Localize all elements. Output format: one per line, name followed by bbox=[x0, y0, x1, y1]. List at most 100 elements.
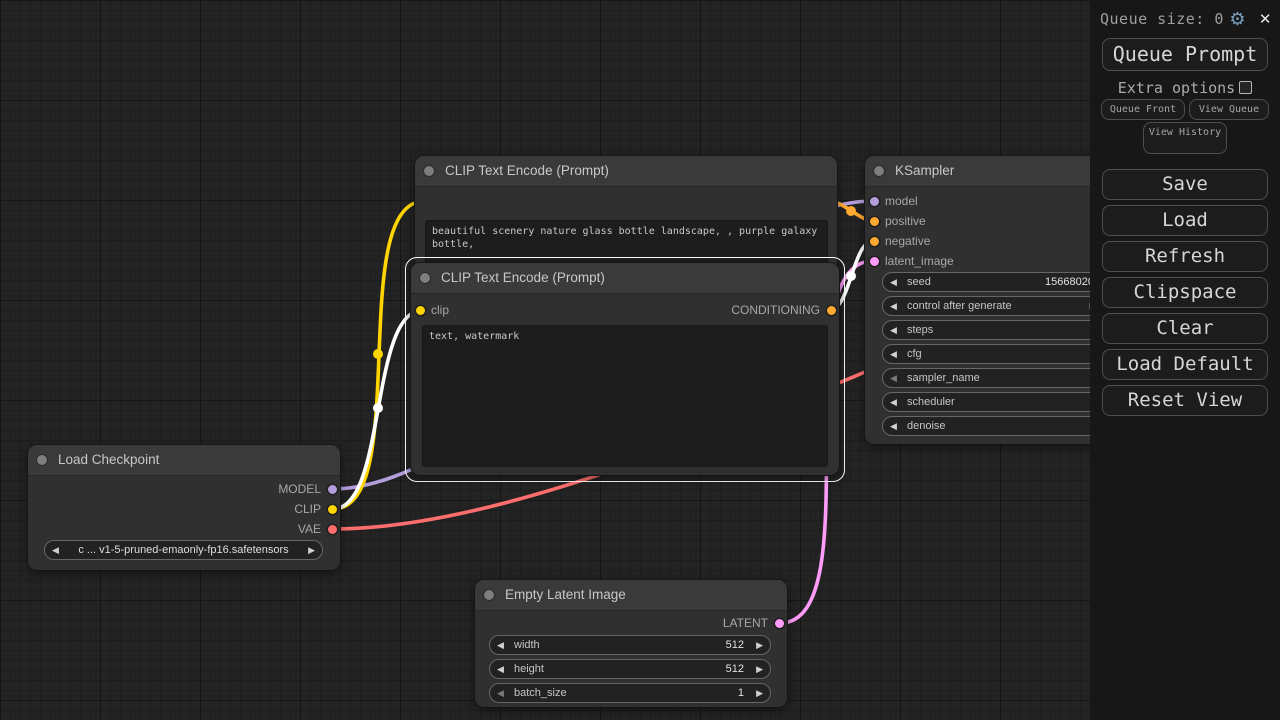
widget-value: 1 bbox=[738, 684, 744, 702]
widget-value: c ... v1-5-pruned-emaonly-fp16.safetenso… bbox=[69, 541, 298, 559]
link-dot-conditioning bbox=[846, 206, 856, 216]
decrement-arrow-icon[interactable]: ◀ bbox=[890, 273, 897, 291]
decrement-arrow-icon[interactable]: ◀ bbox=[890, 345, 897, 363]
increment-arrow-icon[interactable]: ▶ bbox=[756, 660, 763, 678]
widget-height[interactable]: ◀ height 512 ▶ bbox=[489, 659, 771, 679]
queue-front-button[interactable]: Queue Front bbox=[1101, 99, 1185, 120]
node-title-bar[interactable]: CLIP Text Encode (Prompt) bbox=[411, 263, 839, 293]
input-port-negative[interactable]: negative bbox=[865, 234, 1045, 248]
output-label: MODEL bbox=[278, 482, 321, 496]
conditioning-port-dot[interactable] bbox=[827, 306, 836, 315]
decrement-arrow-icon[interactable]: ◀ bbox=[497, 684, 504, 702]
reset-view-button[interactable]: Reset View bbox=[1102, 385, 1268, 416]
next-option-arrow-icon[interactable]: ▶ bbox=[308, 541, 315, 559]
widget-label: seed bbox=[907, 273, 931, 291]
output-port-latent[interactable]: LATENT bbox=[607, 616, 787, 630]
settings-gear-icon[interactable]: ⚙ bbox=[1229, 9, 1246, 30]
conditioning-port-dot[interactable] bbox=[870, 217, 879, 226]
close-icon[interactable]: ✕ bbox=[1259, 10, 1272, 28]
input-label: latent_image bbox=[885, 254, 954, 268]
widget-batch-size[interactable]: ◀ batch_size 1 ▶ bbox=[489, 683, 771, 703]
node-title: CLIP Text Encode (Prompt) bbox=[441, 270, 605, 285]
decrement-arrow-icon[interactable]: ◀ bbox=[890, 417, 897, 435]
input-label: negative bbox=[885, 234, 930, 248]
conditioning-port-dot[interactable] bbox=[870, 237, 879, 246]
widget-value: 512 bbox=[726, 660, 744, 678]
vae-port-dot[interactable] bbox=[328, 525, 337, 534]
widget-label: cfg bbox=[907, 345, 922, 363]
node-title: Load Checkpoint bbox=[58, 452, 159, 467]
node-title: Empty Latent Image bbox=[505, 587, 626, 602]
node-title: CLIP Text Encode (Prompt) bbox=[445, 163, 609, 178]
load-button[interactable]: Load bbox=[1102, 205, 1268, 236]
output-port-conditioning[interactable]: CONDITIONING bbox=[639, 303, 839, 317]
clipspace-button[interactable]: Clipspace bbox=[1102, 277, 1268, 308]
node-load-checkpoint[interactable]: Load Checkpoint MODEL CLIP VAE ◀ c ... v… bbox=[28, 445, 340, 570]
widget-label: batch_size bbox=[514, 684, 567, 702]
widget-ckpt-name[interactable]: ◀ c ... v1-5-pruned-emaonly-fp16.safeten… bbox=[44, 540, 323, 560]
extra-options-checkbox[interactable] bbox=[1239, 81, 1252, 94]
output-label: CONDITIONING bbox=[731, 303, 820, 317]
node-title-bar[interactable]: Empty Latent Image bbox=[475, 580, 787, 610]
output-port-model[interactable]: MODEL bbox=[160, 482, 340, 496]
widget-label: steps bbox=[907, 321, 933, 339]
collapse-dot-icon[interactable] bbox=[484, 590, 494, 600]
link-dot-conditioning-selected bbox=[846, 271, 856, 281]
queue-size-label: Queue size: bbox=[1100, 10, 1205, 28]
decrement-arrow-icon[interactable]: ◀ bbox=[890, 393, 897, 411]
view-queue-button[interactable]: View Queue bbox=[1189, 99, 1269, 120]
prompt-textarea[interactable]: text, watermark bbox=[422, 325, 828, 467]
increment-arrow-icon[interactable]: ▶ bbox=[756, 636, 763, 654]
queue-prompt-button[interactable]: Queue Prompt bbox=[1102, 38, 1268, 71]
input-port-clip[interactable]: clip bbox=[411, 303, 611, 317]
collapse-dot-icon[interactable] bbox=[424, 166, 434, 176]
input-label: positive bbox=[885, 214, 926, 228]
load-default-button[interactable]: Load Default bbox=[1102, 349, 1268, 380]
widget-label: sampler_name bbox=[907, 369, 980, 387]
input-port-latent-image[interactable]: latent_image bbox=[865, 254, 1045, 268]
latent-port-dot[interactable] bbox=[870, 257, 879, 266]
decrement-arrow-icon[interactable]: ◀ bbox=[497, 660, 504, 678]
output-label: LATENT bbox=[723, 616, 768, 630]
output-port-vae[interactable]: VAE bbox=[160, 522, 340, 536]
refresh-button[interactable]: Refresh bbox=[1102, 241, 1268, 272]
node-title-bar[interactable]: Load Checkpoint bbox=[28, 445, 340, 475]
output-label: VAE bbox=[298, 522, 321, 536]
collapse-dot-icon[interactable] bbox=[874, 166, 884, 176]
model-port-dot[interactable] bbox=[328, 485, 337, 494]
clear-button[interactable]: Clear bbox=[1102, 313, 1268, 344]
widget-label: control after generate bbox=[907, 297, 1012, 315]
input-label: model bbox=[885, 194, 918, 208]
widget-label: denoise bbox=[907, 417, 946, 435]
model-port-dot[interactable] bbox=[870, 197, 879, 206]
input-port-positive[interactable]: positive bbox=[865, 214, 1045, 228]
queue-menu-panel: Queue size: 0 ⚙ ✕ Queue Prompt Extra opt… bbox=[1090, 0, 1280, 720]
node-empty-latent-image[interactable]: Empty Latent Image LATENT ◀ width 512 ▶ … bbox=[475, 580, 787, 707]
input-port-model[interactable]: model bbox=[865, 194, 1045, 208]
previous-option-arrow-icon[interactable]: ◀ bbox=[52, 541, 59, 559]
collapse-dot-icon[interactable] bbox=[37, 455, 47, 465]
increment-arrow-icon[interactable]: ▶ bbox=[756, 684, 763, 702]
clip-port-dot[interactable] bbox=[328, 505, 337, 514]
view-history-button[interactable]: View History bbox=[1143, 122, 1227, 154]
widget-width[interactable]: ◀ width 512 ▶ bbox=[489, 635, 771, 655]
collapse-dot-icon[interactable] bbox=[420, 273, 430, 283]
latent-port-dot[interactable] bbox=[775, 619, 784, 628]
extra-options-label: Extra options bbox=[1118, 79, 1235, 97]
save-button[interactable]: Save bbox=[1102, 169, 1268, 200]
link-dot-clip bbox=[373, 349, 383, 359]
widget-label: width bbox=[514, 636, 540, 654]
node-title: KSampler bbox=[895, 163, 954, 178]
widget-value: 512 bbox=[726, 636, 744, 654]
node-title-bar[interactable]: CLIP Text Encode (Prompt) bbox=[415, 156, 837, 186]
decrement-arrow-icon[interactable]: ◀ bbox=[890, 297, 897, 315]
clip-port-dot[interactable] bbox=[416, 306, 425, 315]
output-port-clip[interactable]: CLIP bbox=[160, 502, 340, 516]
comfyui-canvas[interactable]: CLIP Text Encode (Prompt) clip CONDITION… bbox=[0, 0, 1280, 720]
decrement-arrow-icon[interactable]: ◀ bbox=[890, 369, 897, 387]
decrement-arrow-icon[interactable]: ◀ bbox=[497, 636, 504, 654]
node-clip-text-encode-negative[interactable]: CLIP Text Encode (Prompt) clip CONDITION… bbox=[411, 263, 839, 475]
decrement-arrow-icon[interactable]: ◀ bbox=[890, 321, 897, 339]
queue-size-value: 0 bbox=[1214, 10, 1224, 28]
widget-label: scheduler bbox=[907, 393, 955, 411]
